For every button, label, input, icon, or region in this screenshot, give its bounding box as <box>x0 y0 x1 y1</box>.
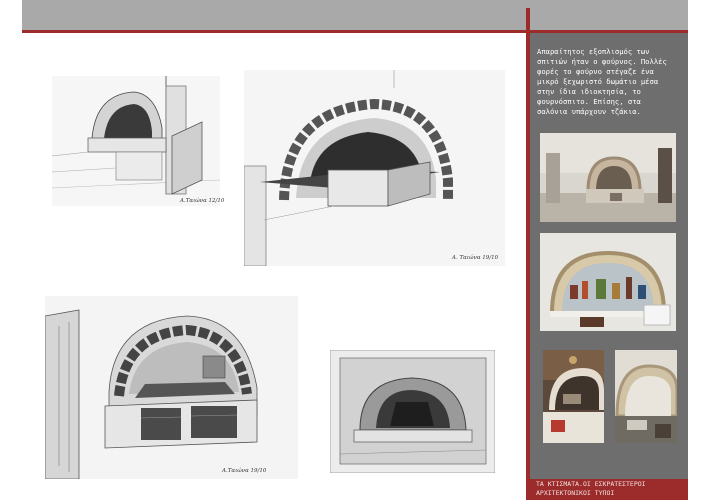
sketch-1-signature: Α.Ταιώνα 12/10 <box>180 198 225 204</box>
sketch-oven-frontal <box>330 350 495 473</box>
footer-title: ΤΑ ΚΤΙΣΜΑΤΑ.ΟΙ ΕΣΚΡΑΤΕΣΤΕΡΟΙ ΑΡΧΙΤΕΚΤΟΝΙ… <box>536 480 646 497</box>
photo-oven-room <box>540 133 676 222</box>
sidebar-red-rule <box>526 8 530 500</box>
photo-fireplace-right <box>615 350 677 443</box>
header-band <box>22 0 688 30</box>
sketch-oven-corner <box>52 76 220 206</box>
photo-fireplace-decorated <box>540 233 676 331</box>
sketch-2-signature: Α. Ταιώνα 19/10 <box>452 255 499 261</box>
sketch-3-signature: Α.Ταιώνα 19/10 <box>222 468 267 474</box>
sketch-arched-oven <box>244 70 505 266</box>
sketch-fireplace-niche <box>45 296 298 479</box>
photo-fireplace-left <box>543 350 604 443</box>
sidebar-caption: Απαραίτητος εξοπλισμός των σπιτιών ήταν … <box>537 47 667 116</box>
